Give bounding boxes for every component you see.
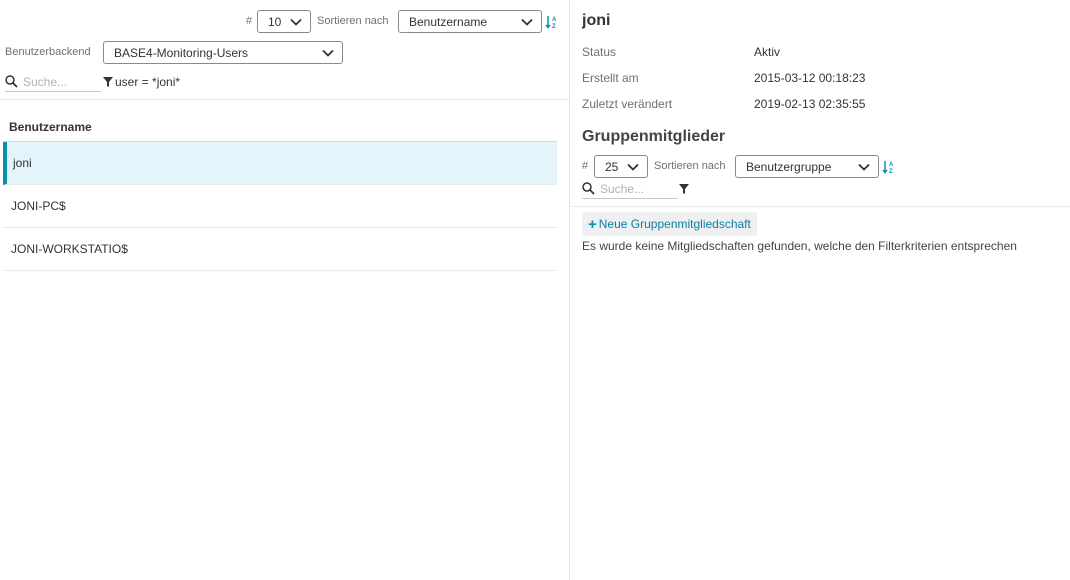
row-username: JONI-PC$ (11, 199, 66, 213)
created-label: Erstellt am (582, 71, 639, 85)
group-members-title: Gruppenmitglieder (582, 128, 726, 145)
active-filter[interactable]: user = *joni* (103, 75, 180, 89)
svg-text:Z: Z (889, 169, 893, 174)
user-list-panel: # 10 Sortieren nach Benutzername A Z Ben… (0, 0, 569, 580)
filter-icon[interactable] (679, 184, 689, 194)
limit-select[interactable]: 10 (257, 10, 311, 33)
backend-label: Benutzerbackend (5, 46, 91, 58)
search-input[interactable]: Suche... (5, 72, 101, 92)
detail-username: joni (582, 12, 611, 29)
chevron-down-icon (521, 18, 533, 26)
status-value: Aktiv (754, 45, 781, 59)
sort-select-value: Benutzername (409, 14, 488, 29)
backend-select-value: BASE4-Monitoring-Users (114, 45, 249, 60)
search-icon (5, 75, 18, 88)
limit-select-value: 10 (268, 14, 282, 29)
group-search-input[interactable]: Suche... (582, 179, 678, 199)
group-sort-select[interactable]: Benutzergruppe (735, 155, 879, 178)
group-limit-select[interactable]: 25 (594, 155, 648, 178)
svg-text:Z: Z (552, 24, 556, 29)
row-username: joni (13, 156, 32, 170)
modified-label: Zuletzt verändert (582, 97, 673, 111)
status-label: Status (582, 45, 617, 59)
search-placeholder: Suche... (23, 74, 68, 89)
toolbar-divider (0, 99, 569, 100)
add-group-membership-button[interactable]: + Neue Gruppenmitgliedschaft (582, 212, 757, 236)
user-detail-panel: joni Status Aktiv Erstellt am 2015-03-12… (570, 0, 1070, 580)
group-toolbar-divider (570, 206, 1070, 207)
table-row[interactable]: JONI-WORKSTATIO$ (3, 228, 557, 271)
group-search-placeholder: Suche... (600, 181, 645, 196)
sort-select[interactable]: Benutzername (398, 10, 542, 33)
filter-icon (103, 77, 113, 87)
column-header-username[interactable]: Benutzername (9, 120, 92, 134)
svg-text:A: A (889, 162, 894, 168)
chevron-down-icon (322, 49, 334, 57)
add-membership-label: Neue Gruppenmitgliedschaft (598, 217, 751, 231)
svg-text:A: A (552, 17, 557, 23)
created-value: 2015-03-12 00:18:23 (754, 71, 866, 85)
sort-alpha-icon[interactable]: A Z (545, 15, 559, 29)
group-sort-label: Sortieren nach (654, 160, 726, 172)
plus-icon: + (588, 215, 597, 233)
chevron-down-icon (290, 18, 302, 26)
table-row[interactable]: joni (3, 142, 557, 185)
backend-select[interactable]: BASE4-Monitoring-Users (103, 41, 343, 64)
table-row[interactable]: JONI-PC$ (3, 185, 557, 228)
modified-value: 2019-02-13 02:35:55 (754, 97, 866, 111)
group-limit-label: # (582, 160, 589, 172)
chevron-down-icon (627, 163, 639, 171)
chevron-down-icon (858, 163, 870, 171)
filter-text: user = *joni* (115, 75, 181, 89)
limit-label: # (246, 15, 253, 27)
empty-result-message: Es wurde keine Mitgliedschaften gefunden… (582, 239, 1017, 253)
search-icon (582, 182, 595, 195)
group-sort-value: Benutzergruppe (746, 159, 832, 174)
group-limit-value: 25 (605, 159, 619, 174)
row-username: JONI-WORKSTATIO$ (11, 242, 128, 256)
sort-label: Sortieren nach (317, 15, 389, 27)
sort-alpha-icon[interactable]: A Z (882, 160, 896, 174)
